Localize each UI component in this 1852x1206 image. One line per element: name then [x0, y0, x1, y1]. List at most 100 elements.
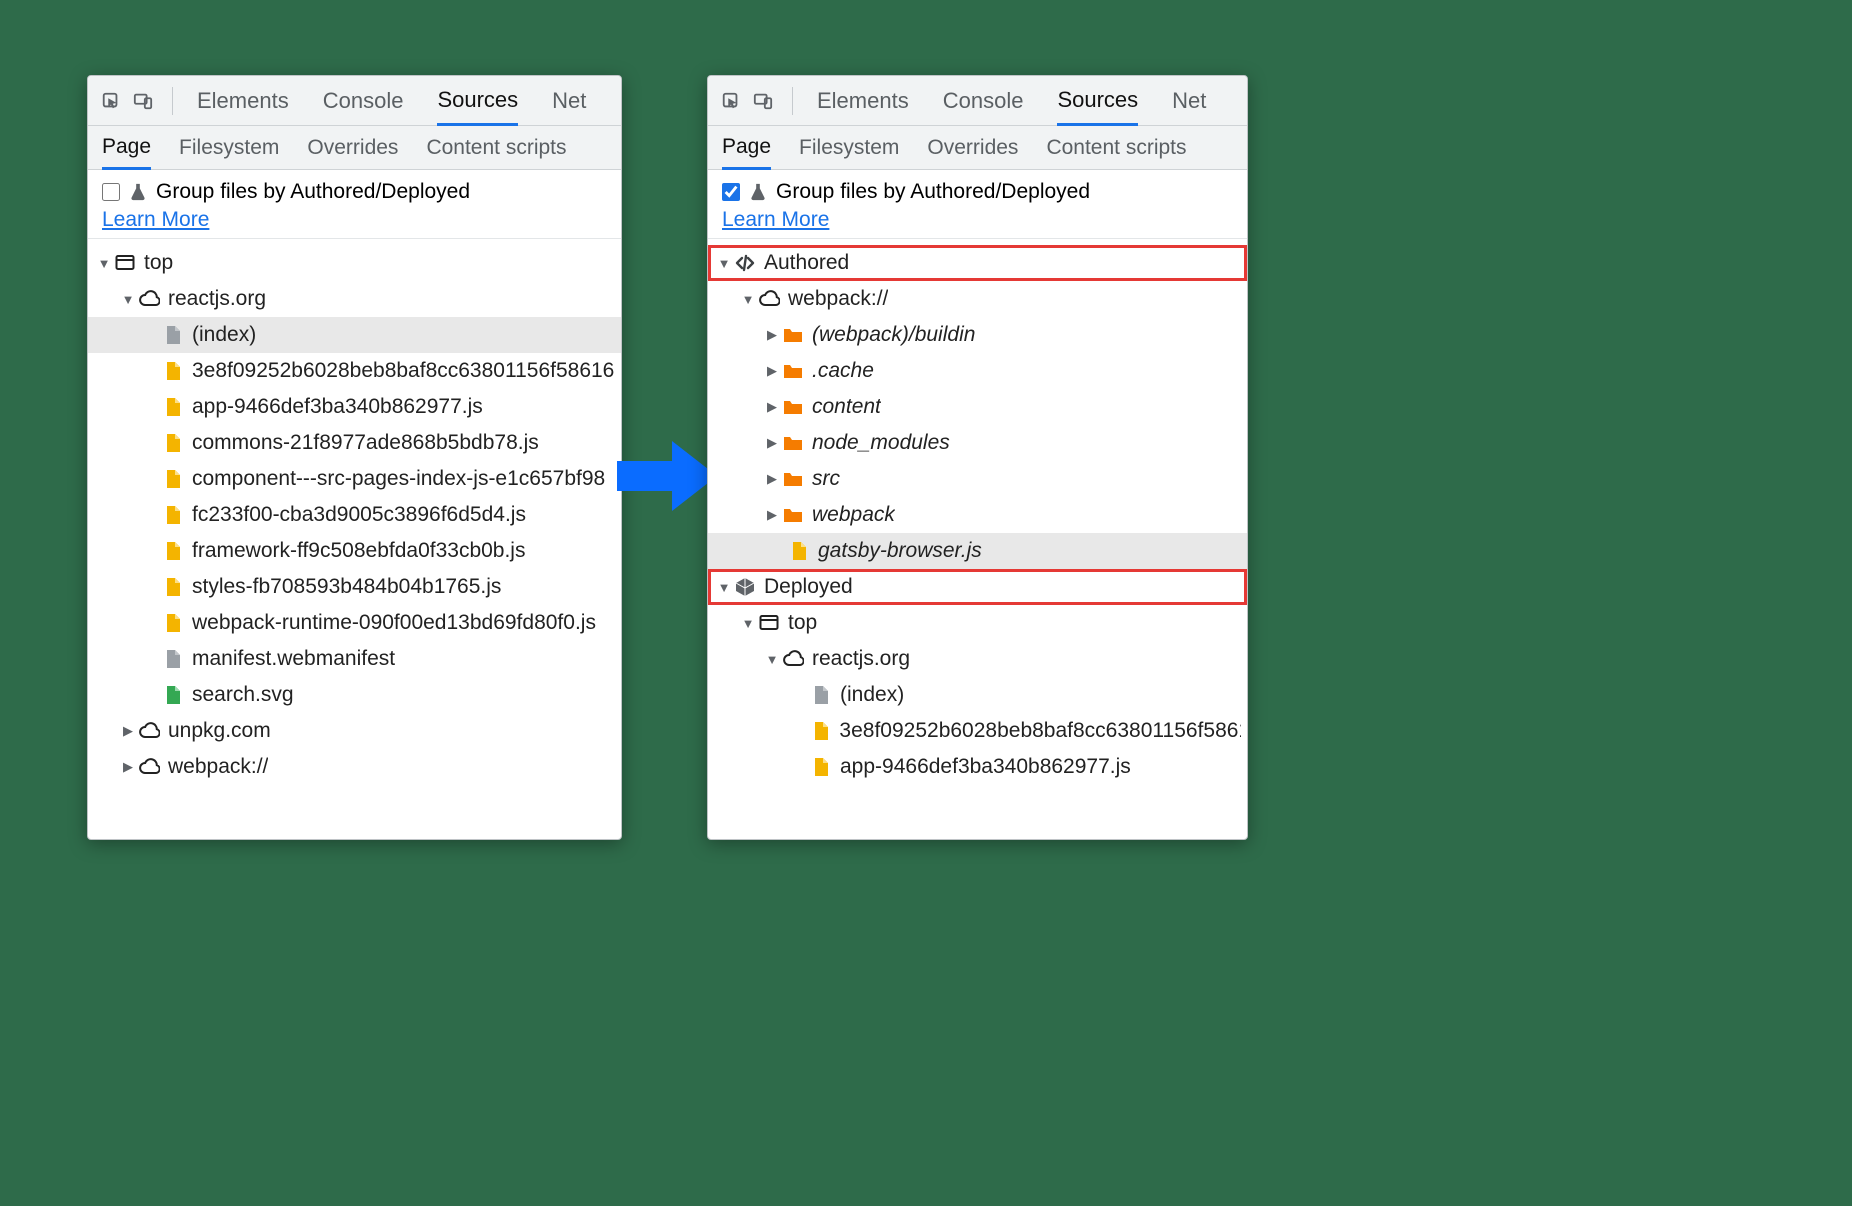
divider	[792, 87, 793, 115]
file-icon	[808, 756, 834, 778]
tree-top[interactable]: ▼ top	[88, 245, 621, 281]
arrow-icon	[617, 436, 717, 516]
tab-elements[interactable]: Elements	[197, 76, 289, 125]
file-tree: ▼ top ▼ reactjs.org (index) 3e8f09252b60…	[88, 239, 621, 795]
file-icon	[160, 396, 186, 418]
subtab-content-scripts[interactable]: Content scripts	[1046, 126, 1186, 169]
subtab-content-scripts[interactable]: Content scripts	[426, 126, 566, 169]
file-icon	[160, 504, 186, 526]
tree-domain-webpack[interactable]: ▼ webpack://	[708, 281, 1247, 317]
group-by-authored-checkbox[interactable]	[102, 183, 120, 201]
tree-group-deployed[interactable]: ▼ Deployed	[708, 569, 1247, 605]
tab-console[interactable]: Console	[323, 76, 404, 125]
file-icon	[786, 540, 812, 562]
cloud-icon	[136, 720, 162, 742]
cube-icon	[732, 576, 758, 598]
folder-icon	[780, 504, 806, 526]
tree-folder[interactable]: ▶webpack	[708, 497, 1247, 533]
tree-file[interactable]: styles-fb708593b484b04b1765.js	[88, 569, 621, 605]
file-icon	[160, 360, 186, 382]
devtools-top-tabbar: Elements Console Sources Net	[88, 76, 621, 126]
file-icon	[808, 720, 833, 742]
subtab-page[interactable]: Page	[102, 127, 151, 170]
learn-more-link[interactable]: Learn More	[722, 208, 829, 232]
experiment-row: Group files by Authored/Deployed Learn M…	[708, 170, 1247, 239]
subtab-filesystem[interactable]: Filesystem	[179, 126, 279, 169]
tree-domain-webpack[interactable]: ▶webpack://	[88, 749, 621, 785]
tree-file[interactable]: webpack-runtime-090f00ed13bd69fd80f0.js	[88, 605, 621, 641]
cloud-icon	[780, 648, 806, 670]
tree-folder[interactable]: ▶.cache	[708, 353, 1247, 389]
subtab-page[interactable]: Page	[722, 127, 771, 170]
disclosure-down-icon: ▼	[740, 292, 756, 307]
file-icon	[160, 612, 186, 634]
code-icon	[732, 252, 758, 274]
tree-file[interactable]: gatsby-browser.js	[708, 533, 1247, 569]
folder-icon	[780, 432, 806, 454]
folder-icon	[780, 360, 806, 382]
tree-file-index[interactable]: (index)	[708, 677, 1247, 713]
tab-sources[interactable]: Sources	[1057, 77, 1138, 126]
tab-sources[interactable]: Sources	[437, 77, 518, 126]
flask-icon	[128, 182, 148, 202]
file-icon	[160, 648, 186, 670]
tree-folder[interactable]: ▶(webpack)/buildin	[708, 317, 1247, 353]
disclosure-right-icon: ▶	[764, 471, 780, 487]
tree-file[interactable]: fc233f00-cba3d9005c3896f6d5d4.js	[88, 497, 621, 533]
sources-sub-tabbar: Page Filesystem Overrides Content script…	[88, 126, 621, 170]
tree-file[interactable]: commons-21f8977ade868b5bdb78.js	[88, 425, 621, 461]
file-icon	[160, 540, 186, 562]
tab-elements[interactable]: Elements	[817, 76, 909, 125]
disclosure-right-icon: ▶	[764, 327, 780, 343]
tree-file[interactable]: component---src-pages-index-js-e1c657bf9…	[88, 461, 621, 497]
disclosure-down-icon: ▼	[96, 256, 112, 271]
disclosure-right-icon: ▶	[764, 363, 780, 379]
tree-file[interactable]: 3e8f09252b6028beb8baf8cc63801156f58616	[88, 353, 621, 389]
file-icon	[160, 576, 186, 598]
experiment-row: Group files by Authored/Deployed Learn M…	[88, 170, 621, 239]
tree-file[interactable]: app-9466def3ba340b862977.js	[88, 389, 621, 425]
file-icon	[160, 684, 186, 706]
tree-domain-unpkg[interactable]: ▶unpkg.com	[88, 713, 621, 749]
tree-file-manifest[interactable]: manifest.webmanifest	[88, 641, 621, 677]
devtools-panel-before: Elements Console Sources Net Page Filesy…	[87, 75, 622, 840]
tree-domain[interactable]: ▼ reactjs.org	[708, 641, 1247, 677]
disclosure-right-icon: ▶	[764, 399, 780, 415]
tree-file[interactable]: framework-ff9c508ebfda0f33cb0b.js	[88, 533, 621, 569]
devtools-top-tabbar: Elements Console Sources Net	[708, 76, 1247, 126]
subtab-overrides[interactable]: Overrides	[927, 126, 1018, 169]
divider	[172, 87, 173, 115]
tree-folder[interactable]: ▶content	[708, 389, 1247, 425]
tab-console[interactable]: Console	[943, 76, 1024, 125]
tree-folder[interactable]: ▶node_modules	[708, 425, 1247, 461]
tree-file-index[interactable]: (index)	[88, 317, 621, 353]
tree-group-authored[interactable]: ▼ Authored	[708, 245, 1247, 281]
tree-file-svg[interactable]: search.svg	[88, 677, 621, 713]
learn-more-link[interactable]: Learn More	[102, 208, 209, 232]
inspect-icon[interactable]	[98, 91, 124, 111]
disclosure-down-icon: ▼	[764, 652, 780, 667]
file-icon	[808, 684, 834, 706]
device-toolbar-icon[interactable]	[750, 91, 776, 111]
sources-sub-tabbar: Page Filesystem Overrides Content script…	[708, 126, 1247, 170]
group-by-authored-checkbox[interactable]	[722, 183, 740, 201]
subtab-filesystem[interactable]: Filesystem	[799, 126, 899, 169]
cloud-icon	[756, 288, 782, 310]
subtab-overrides[interactable]: Overrides	[307, 126, 398, 169]
tree-file[interactable]: app-9466def3ba340b862977.js	[708, 749, 1247, 785]
disclosure-right-icon: ▶	[764, 435, 780, 451]
tree-top[interactable]: ▼ top	[708, 605, 1247, 641]
tab-network-truncated[interactable]: Net	[552, 76, 586, 125]
file-icon	[160, 432, 186, 454]
tree-domain[interactable]: ▼ reactjs.org	[88, 281, 621, 317]
inspect-icon[interactable]	[718, 91, 744, 111]
disclosure-down-icon: ▼	[716, 580, 732, 595]
tree-file[interactable]: 3e8f09252b6028beb8baf8cc63801156f5861	[708, 713, 1247, 749]
disclosure-right-icon: ▶	[764, 507, 780, 523]
frame-icon	[112, 252, 138, 274]
experiment-label: Group files by Authored/Deployed	[156, 180, 470, 204]
tree-folder[interactable]: ▶src	[708, 461, 1247, 497]
tab-network-truncated[interactable]: Net	[1172, 76, 1206, 125]
device-toolbar-icon[interactable]	[130, 91, 156, 111]
disclosure-down-icon: ▼	[716, 256, 732, 271]
